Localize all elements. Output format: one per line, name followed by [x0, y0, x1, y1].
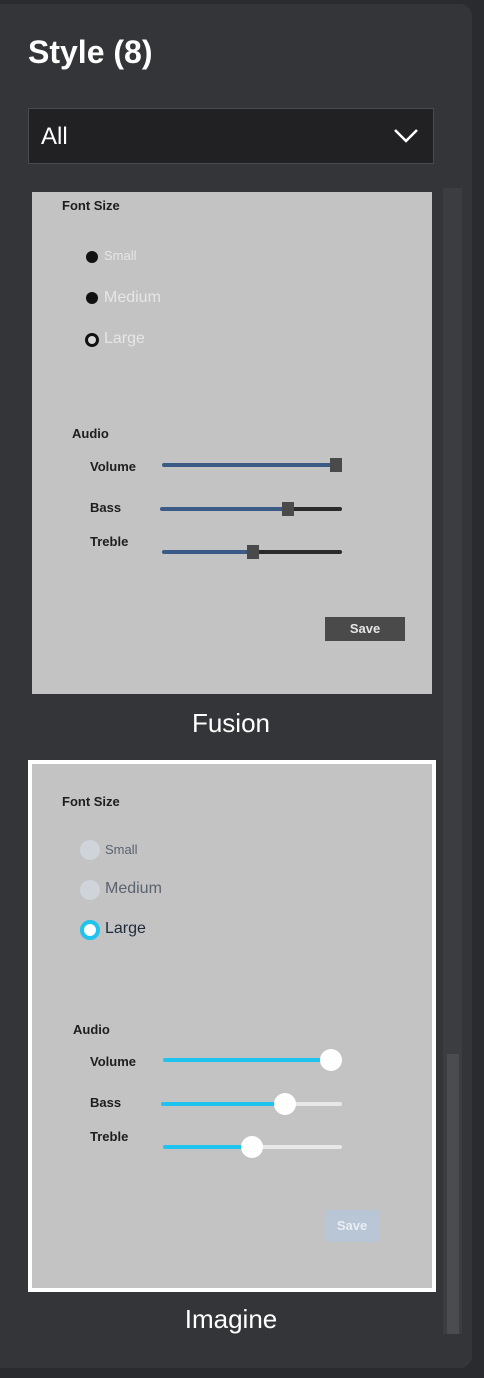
bass-track-rest [288, 507, 342, 511]
preview-save-button: Save [325, 617, 405, 641]
style-card-fusion[interactable]: Font Size Small Medium Large Audio Volum… [32, 192, 432, 694]
preview-font-size-label: Font Size [62, 198, 120, 213]
bass-thumb [274, 1093, 296, 1115]
preview-audio-label: Audio [72, 426, 109, 441]
style-panel: Style (8) All Font Size Small Medium Lar… [0, 4, 472, 1368]
preview-option-large: Large [105, 920, 146, 937]
bass-track-fill [160, 507, 288, 511]
preview-slider-label: Bass [90, 500, 122, 515]
style-filter-dropdown[interactable]: All [28, 108, 434, 164]
preview-slider-label: Treble [90, 1129, 129, 1144]
preview-slider-label: Bass [90, 1095, 122, 1110]
volume-thumb [330, 458, 342, 472]
filter-selected-value: All [41, 123, 68, 150]
preview-option-small: Small [104, 248, 137, 263]
preview-option-medium: Medium [105, 880, 162, 897]
radio-large-selected [80, 920, 100, 940]
style-card-imagine[interactable]: Font Size Small Medium Large Audio Volum… [28, 760, 436, 1292]
preview-option-small: Small [105, 842, 138, 857]
bass-thumb [282, 502, 294, 516]
radio-small [86, 251, 98, 263]
preview-slider-label: Volume [90, 1054, 136, 1069]
style-caption-imagine: Imagine [184, 1304, 278, 1334]
panel-title: Style (8) [28, 34, 153, 70]
preview-option-medium: Medium [104, 289, 161, 306]
treble-track-fill [163, 1145, 253, 1149]
radio-medium [80, 880, 100, 900]
treble-track-fill [162, 550, 254, 554]
volume-thumb [320, 1049, 342, 1071]
volume-track [163, 1058, 331, 1062]
preview-option-large: Large [104, 330, 145, 347]
radio-small [80, 840, 100, 860]
volume-track [162, 463, 336, 467]
preview-audio-label: Audio [73, 1022, 110, 1037]
preview-font-size-label: Font Size [62, 794, 120, 809]
treble-track-rest [254, 550, 342, 554]
radio-medium [86, 292, 98, 304]
preview-slider-label: Volume [90, 459, 136, 474]
preview-slider-label: Treble [90, 534, 129, 549]
treble-thumb [241, 1136, 263, 1158]
bass-track-fill [161, 1102, 285, 1106]
treble-track-rest [253, 1145, 342, 1149]
preview-save-button: Save [325, 1210, 379, 1242]
treble-thumb [247, 545, 259, 559]
radio-large-selected [85, 333, 99, 347]
style-caption-fusion: Fusion [191, 708, 271, 738]
scrollbar-thumb[interactable] [447, 1054, 459, 1334]
style-list[interactable]: Font Size Small Medium Large Audio Volum… [0, 188, 472, 1368]
chevron-down-icon [394, 129, 418, 143]
